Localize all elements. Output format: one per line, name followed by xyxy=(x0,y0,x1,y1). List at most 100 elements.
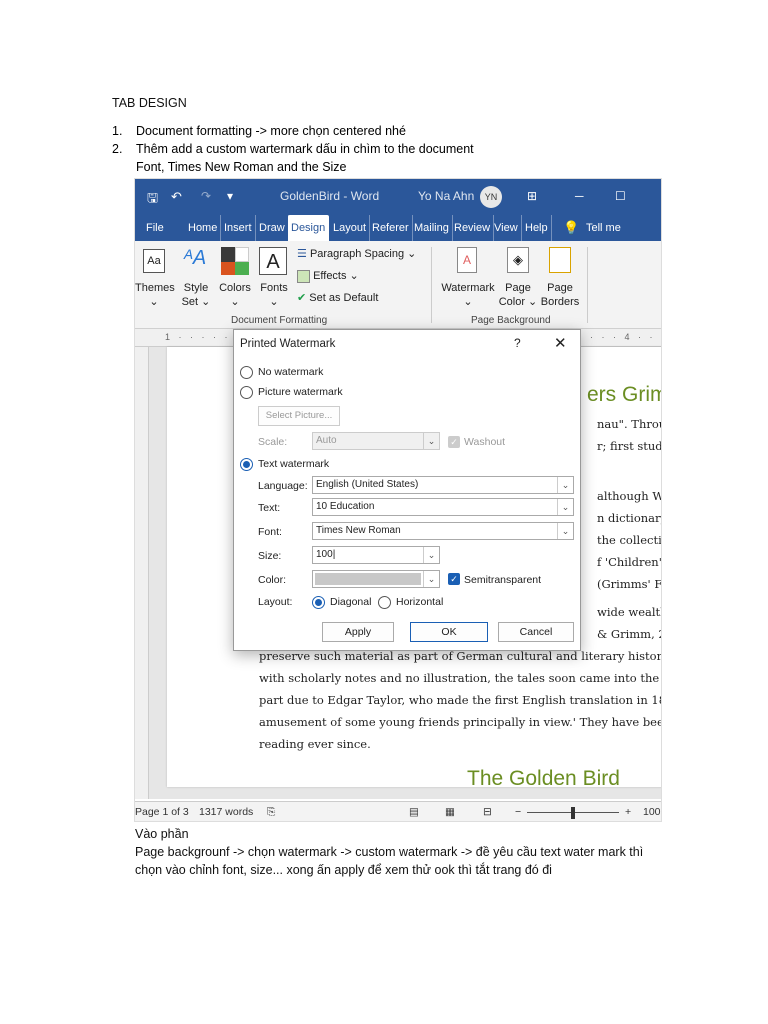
zoom-in-icon[interactable]: + xyxy=(625,806,631,818)
text-label: Text: xyxy=(258,502,281,514)
size-combobox[interactable]: 100| ⌄ xyxy=(312,546,440,564)
picture-watermark-radio[interactable] xyxy=(240,386,253,399)
washout-label: Washout xyxy=(464,436,506,448)
doc-line: f 'Children's a xyxy=(597,555,662,569)
set-as-default-button[interactable]: ✔ Set as Default xyxy=(297,291,378,304)
tab-draw[interactable]: Draw xyxy=(256,215,289,241)
picture-watermark-label: Picture watermark xyxy=(258,386,343,398)
apply-button[interactable]: Apply xyxy=(322,622,394,642)
doc-line: amusement of some young friends principa… xyxy=(259,715,662,729)
word-count[interactable]: 1317 words xyxy=(199,806,253,818)
tab-mailings[interactable]: Mailing xyxy=(411,215,453,241)
style-set-icon: ᴬA xyxy=(183,247,207,269)
avatar[interactable]: YN xyxy=(480,186,502,208)
tab-home[interactable]: Home xyxy=(185,215,222,241)
zoom-out-icon[interactable]: − xyxy=(515,806,521,818)
save-icon[interactable]: 🖫 xyxy=(147,189,158,211)
title-bar: 🖫 ↶ ↷ ▾ GoldenBird - Word Yo Na Ahn YN ⊞… xyxy=(135,179,661,215)
doc-line: the collection c xyxy=(597,533,662,547)
chevron-down-icon[interactable]: ▾ xyxy=(227,189,233,203)
colors-button[interactable]: Colors ⌄ xyxy=(215,281,255,309)
doc-subtitle: The Golden Bird xyxy=(467,767,620,787)
doc-line: although Wilhe xyxy=(597,489,661,503)
font-select[interactable]: Times New Roman ⌄ xyxy=(312,522,574,540)
horizontal-radio[interactable] xyxy=(378,596,391,609)
ok-button[interactable]: OK xyxy=(410,622,488,642)
washout-checkbox[interactable]: ✓ xyxy=(448,436,460,448)
color-select[interactable]: ⌄ xyxy=(312,570,440,588)
select-picture-button[interactable]: Select Picture... xyxy=(258,406,340,426)
cancel-button[interactable]: Cancel xyxy=(498,622,574,642)
effects-button[interactable]: Effects ⌄ xyxy=(297,269,359,283)
doc-line: (Grimms' Fairy xyxy=(597,577,662,591)
note-line: chọn vào chỉnh font, size... xong ấn app… xyxy=(135,863,552,877)
ribbon-display-icon[interactable]: ⊞ xyxy=(527,189,537,203)
doc-line: n dictionary, n xyxy=(597,511,661,525)
group-label-document-formatting: Document Formatting xyxy=(231,315,328,326)
page-count[interactable]: Page 1 of 3 xyxy=(135,806,189,818)
user-name: Yo Na Ahn xyxy=(418,189,475,203)
diagonal-label: Diagonal xyxy=(330,596,372,608)
word-screenshot: 🖫 ↶ ↷ ▾ GoldenBird - Word Yo Na Ahn YN ⊞… xyxy=(134,178,662,822)
tab-review[interactable]: Review xyxy=(451,215,495,241)
doc-line: reading ever since. xyxy=(259,737,371,751)
zoom-level[interactable]: 100 xyxy=(643,806,661,818)
note-line: Page backgrounf -> chọn watermark -> cus… xyxy=(135,845,644,859)
diagonal-radio[interactable] xyxy=(312,596,325,609)
list-item-continuation: Font, Times New Roman and the Size xyxy=(136,160,347,174)
no-watermark-radio[interactable] xyxy=(240,366,253,379)
ribbon-design: Aa Themes ⌄ ᴬA Style Set ⌄ Colors ⌄ A Fonts… xyxy=(135,241,661,329)
minimize-icon[interactable]: ─ xyxy=(575,189,584,203)
document-title: GoldenBird - Word xyxy=(280,189,380,203)
tab-design[interactable]: Design xyxy=(288,215,330,241)
undo-icon[interactable]: ↶ xyxy=(171,189,182,205)
printed-watermark-dialog: Printed Watermark ? ✕ No watermark Pictu… xyxy=(233,329,581,651)
doc-line: part due to Edgar Taylor, who made the f… xyxy=(259,693,662,707)
redo-icon[interactable]: ↷ xyxy=(201,189,211,203)
help-icon[interactable]: ? xyxy=(514,336,521,350)
doc-line: preserve such material as part of German… xyxy=(259,649,662,663)
style-set-button[interactable]: Style Set ⌄ xyxy=(177,281,215,309)
tab-layout[interactable]: Layout xyxy=(330,215,371,241)
no-watermark-label: No watermark xyxy=(258,366,324,378)
doc-line: wide wealth of xyxy=(597,605,661,619)
themes-button[interactable]: Themes ⌄ xyxy=(135,281,175,309)
web-layout-icon[interactable]: ⊟ xyxy=(483,806,492,818)
text-combobox[interactable]: 10 Education ⌄ xyxy=(312,498,574,516)
semitransparent-checkbox[interactable]: ✓ xyxy=(448,573,460,585)
fonts-icon: A xyxy=(259,247,287,275)
paragraph-spacing-button[interactable]: ☰ Paragraph Spacing ⌄ xyxy=(297,247,416,260)
ribbon-tabs: File Home Insert Draw Design Layout Refe… xyxy=(135,215,661,241)
tell-me-search[interactable]: Tell me xyxy=(583,215,624,241)
text-watermark-radio[interactable] xyxy=(240,458,253,471)
tab-help[interactable]: Help xyxy=(522,215,552,241)
lightbulb-icon[interactable]: 💡 xyxy=(560,215,582,241)
tab-insert[interactable]: Insert xyxy=(221,215,256,241)
note-line: Vào phần xyxy=(135,827,189,841)
page-heading: TAB DESIGN xyxy=(112,96,187,110)
group-divider xyxy=(431,247,432,323)
close-icon[interactable]: ✕ xyxy=(554,334,567,352)
themes-icon: Aa xyxy=(143,249,165,273)
watermark-button[interactable]: Watermark ⌄ xyxy=(439,281,497,309)
tab-file[interactable]: File xyxy=(143,215,167,241)
proofing-icon[interactable]: ⎘ xyxy=(267,806,275,819)
zoom-slider-thumb[interactable] xyxy=(571,807,575,819)
maximize-icon[interactable]: ☐ xyxy=(615,189,626,203)
page-color-button[interactable]: Page Color ⌄ xyxy=(497,281,539,309)
tab-references[interactable]: Referer xyxy=(369,215,413,241)
read-mode-icon[interactable]: ▤ xyxy=(409,806,419,818)
page-borders-button[interactable]: Page Borders xyxy=(539,281,581,309)
bottom-notes: Vào phần Page backgrounf -> chọn waterma… xyxy=(135,825,675,879)
tab-view[interactable]: View xyxy=(491,215,522,241)
doc-line: nau". Througho xyxy=(597,417,661,431)
scale-select[interactable]: Auto ⌄ xyxy=(312,432,440,450)
language-select[interactable]: English (United States) ⌄ xyxy=(312,476,574,494)
font-label: Font: xyxy=(258,526,282,538)
group-label-page-background: Page Background xyxy=(471,315,551,326)
dialog-title: Printed Watermark xyxy=(240,338,336,350)
doc-line: r; first studyin xyxy=(597,439,662,453)
print-layout-icon[interactable]: ▦ xyxy=(445,806,455,818)
fonts-button[interactable]: Fonts ⌄ xyxy=(255,281,293,309)
scale-label: Scale: xyxy=(258,436,288,448)
